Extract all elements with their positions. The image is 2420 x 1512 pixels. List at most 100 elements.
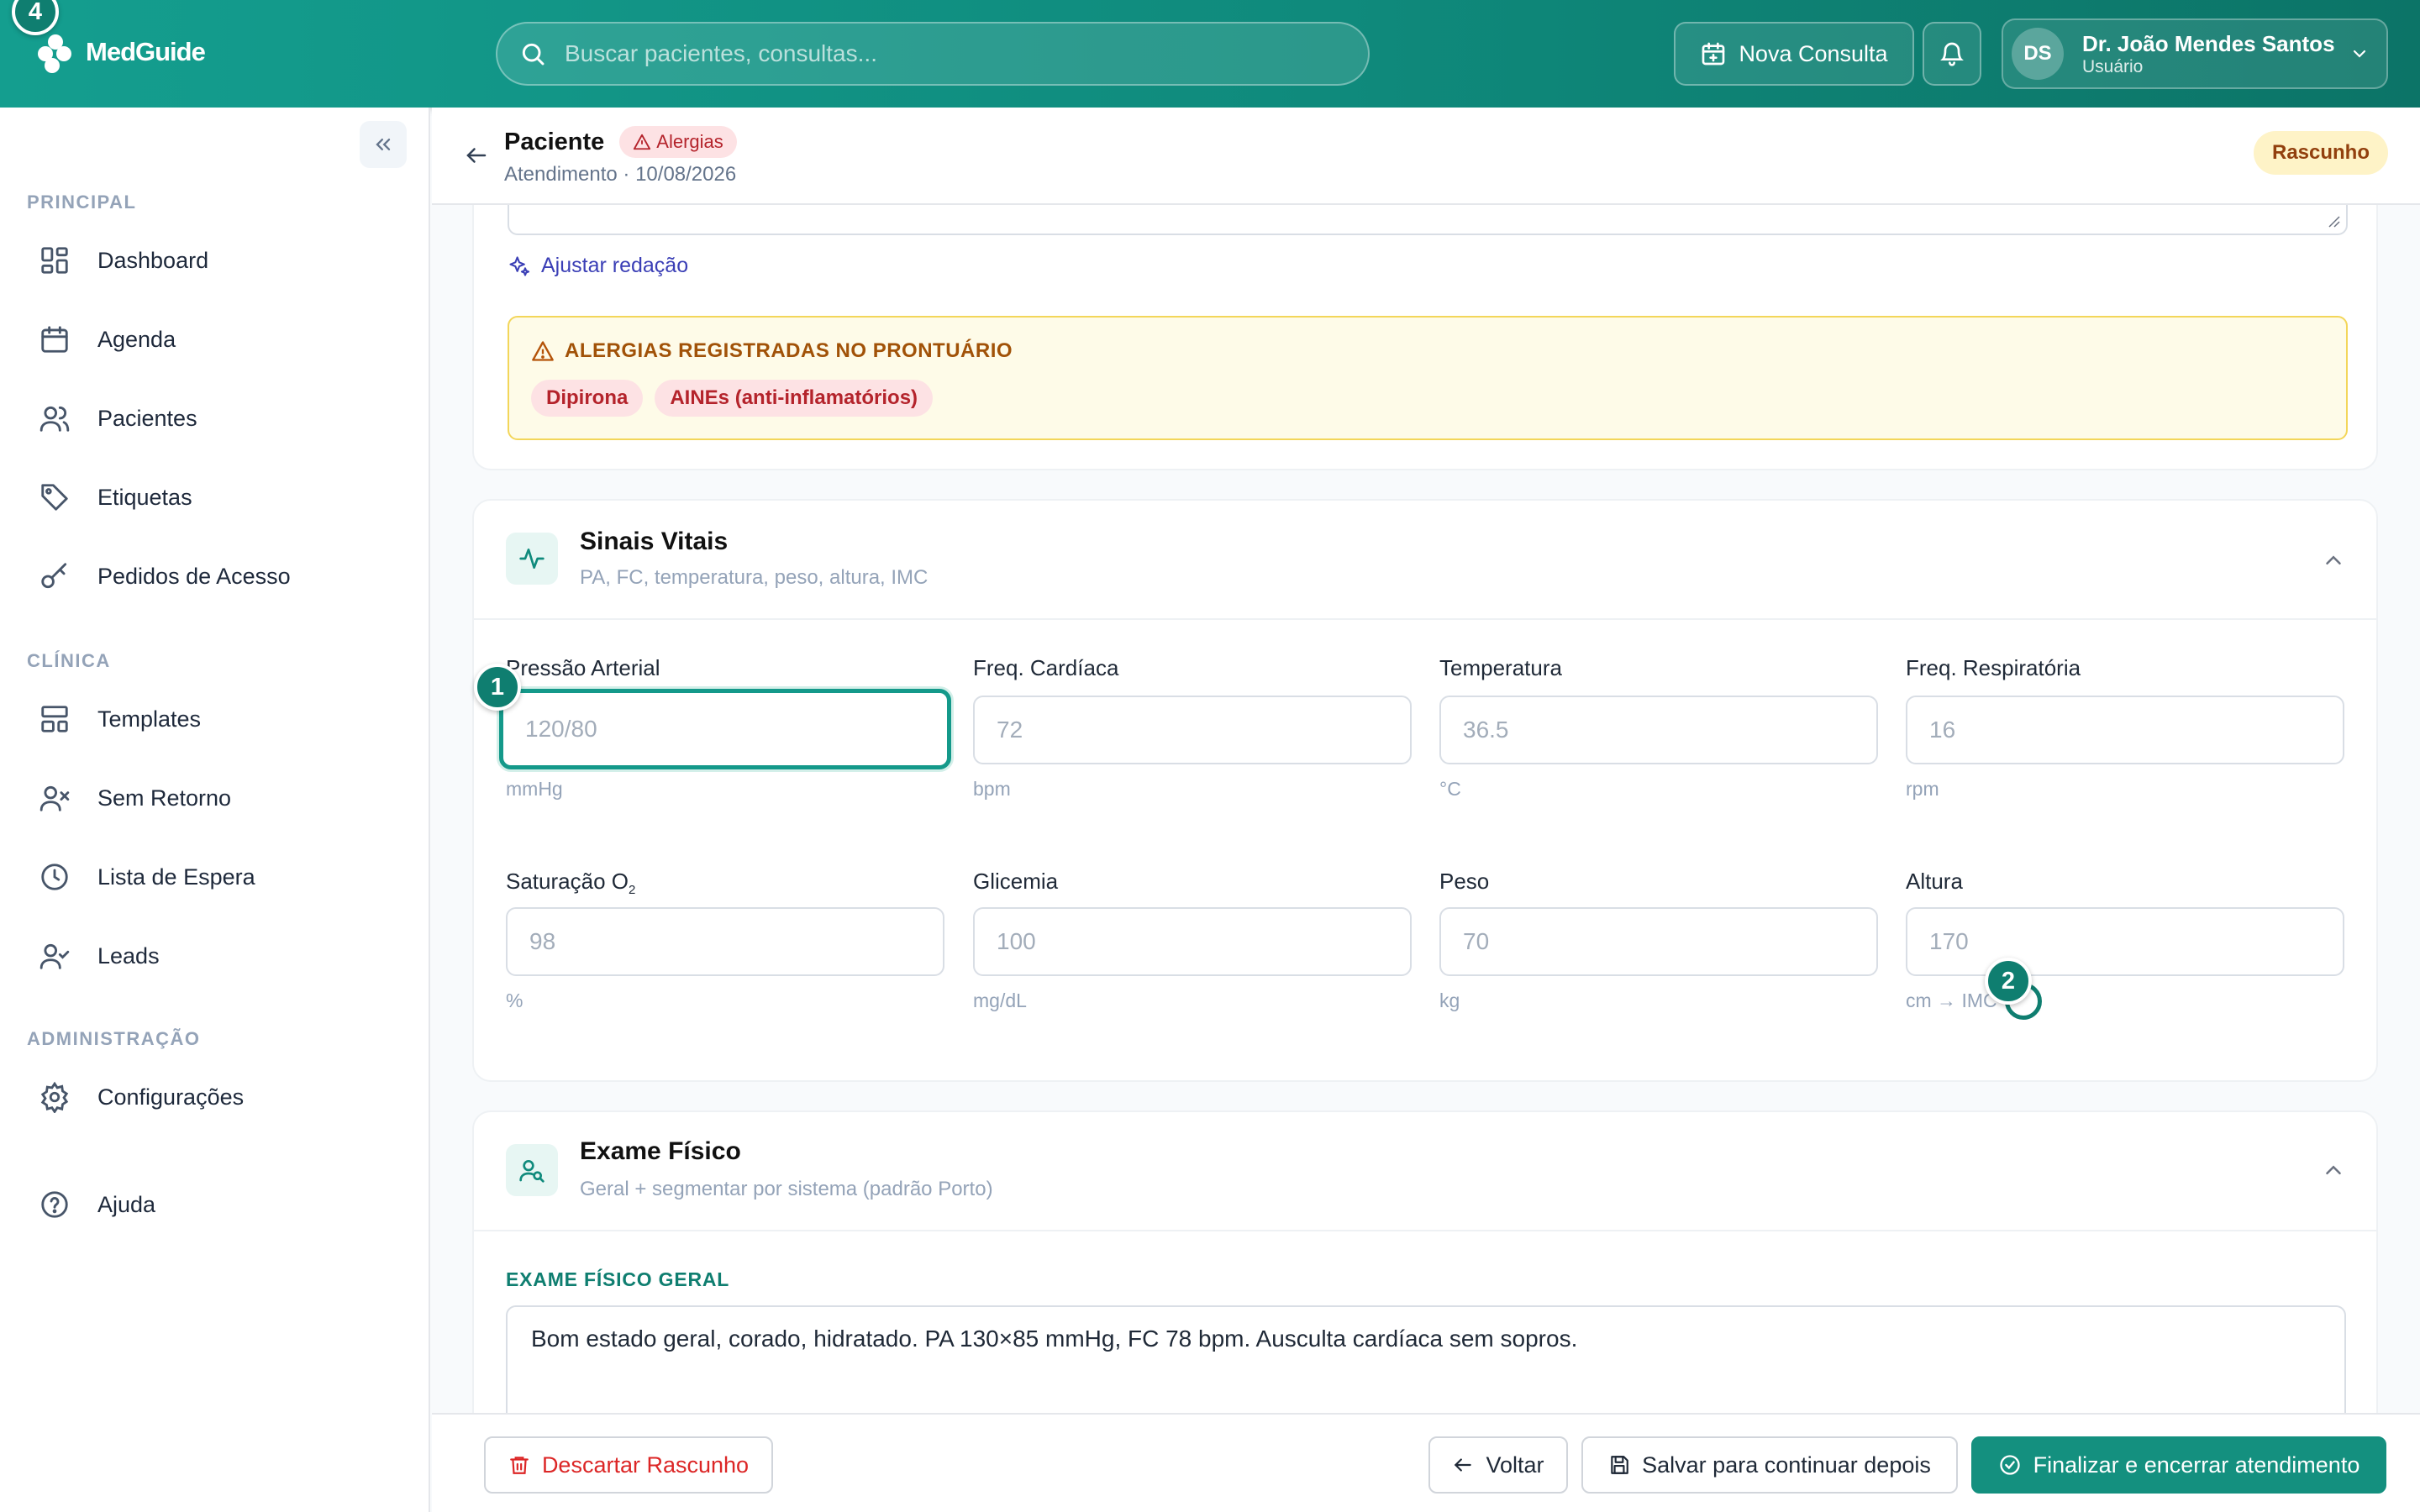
layout-icon <box>41 706 68 732</box>
back-label: Voltar <box>1486 1452 1544 1478</box>
chevron-up-icon[interactable] <box>2321 548 2346 573</box>
sidebar-item-ajuda[interactable]: Ajuda <box>39 1181 155 1228</box>
field-label-text: Saturação O <box>506 869 629 894</box>
calendar-icon <box>41 326 68 353</box>
tag-icon <box>41 484 68 511</box>
new-consult-label: Nova Consulta <box>1739 40 1888 66</box>
vitals-icon-box <box>506 533 558 585</box>
exam-title: Exame Físico <box>580 1137 741 1165</box>
finish-consult-button[interactable]: Finalizar e encerrar atendimento <box>1971 1436 2386 1494</box>
user-search-icon <box>519 1160 544 1183</box>
warning-icon <box>532 341 554 361</box>
allergy-alert: ALERGIAS REGISTRADAS NO PRONTUÁRIO Dipir… <box>508 316 2348 440</box>
arrow-left-icon <box>1455 1458 1472 1472</box>
field-label-sub: 2 <box>628 883 636 898</box>
adjust-wording-button[interactable]: Ajustar redação <box>508 254 688 278</box>
discard-draft-label: Descartar Rascunho <box>541 1452 750 1478</box>
notifications-button[interactable] <box>1923 22 1981 86</box>
chevron-up-icon[interactable] <box>2321 1158 2346 1183</box>
field-unit: % <box>506 990 523 1011</box>
discard-draft-button[interactable]: Descartar Rascunho <box>484 1436 773 1494</box>
heart-rate-input[interactable] <box>973 696 1412 764</box>
collapse-sidebar-button[interactable] <box>360 121 407 168</box>
status-badge: Rascunho <box>2253 131 2388 175</box>
sidebar-item-sem-retorno[interactable]: Sem Retorno <box>39 774 231 822</box>
help-circle-icon <box>41 1191 68 1218</box>
sidebar-item-leads[interactable]: Leads <box>39 932 160 979</box>
vitals-subtitle: PA, FC, temperatura, peso, altura, IMC <box>580 566 929 589</box>
search-input[interactable] <box>565 40 1304 67</box>
sidebar-item-pedidos-de-acesso[interactable]: Pedidos de Acesso <box>39 553 291 600</box>
sidebar-item-etiquetas[interactable]: Etiquetas <box>39 474 192 521</box>
brand-name: MedGuide <box>86 37 206 66</box>
sidebar-item-label: Configurações <box>97 1084 245 1110</box>
weight-input[interactable] <box>1439 907 1878 976</box>
exam-icon-box <box>506 1144 558 1196</box>
allergy-alert-title: ALERGIAS REGISTRADAS NO PRONTUÁRIO <box>565 339 1013 362</box>
field-unit: bpm <box>973 778 1011 800</box>
vitals-title: Sinais Vitais <box>580 528 729 555</box>
trash-icon <box>510 1457 529 1474</box>
bell-icon <box>1940 42 1964 66</box>
field-label-fr: Freq. Respiratória <box>1906 655 2081 680</box>
sidebar-item-label: Ajuda <box>97 1191 156 1217</box>
global-search[interactable] <box>496 22 1370 86</box>
sidebar-item-dashboard[interactable]: Dashboard <box>39 237 208 284</box>
save-draft-button[interactable]: Salvar para continuar depois <box>1581 1436 1958 1494</box>
sidebar-item-label: Pacientes <box>97 405 197 431</box>
arrow-left-icon[interactable] <box>464 143 489 168</box>
field-label-glicemia: Glicemia <box>973 869 1059 894</box>
clock-icon <box>41 864 68 890</box>
patient-header: Paciente Alergias Atendimento · 10/08/20… <box>432 108 2420 205</box>
sidebar-item-label: Dashboard <box>97 247 209 273</box>
brand-logo[interactable]: MedGuide <box>30 27 206 77</box>
sidebar-item-label: Etiquetas <box>97 484 192 510</box>
sidebar-item-agenda[interactable]: Agenda <box>39 316 176 363</box>
field-unit: mmHg <box>506 778 563 800</box>
respiratory-rate-input[interactable] <box>1906 696 2344 764</box>
sidebar-item-label: Agenda <box>97 326 176 352</box>
sidebar-item-label: Templates <box>97 706 202 732</box>
step-marker-1: 1 <box>474 664 521 711</box>
new-consult-button[interactable]: Nova Consulta <box>1674 22 1914 86</box>
allergy-badge-label: Alergias <box>656 131 723 152</box>
field-label-altura: Altura <box>1906 869 1963 894</box>
field-label-spo2: Saturação O2 <box>506 869 635 897</box>
section-principal: PRINCIPAL <box>27 192 137 213</box>
sidebar-item-pacientes[interactable]: Pacientes <box>39 395 197 442</box>
chevron-down-icon <box>2353 50 2366 58</box>
calendar-plus-icon <box>1702 42 1725 66</box>
exam-general-text: Bom estado geral, corado, hidratado. PA … <box>531 1326 1578 1352</box>
notes-card: Ajustar redação ALERGIAS REGISTRADAS NO … <box>472 168 2378 470</box>
sidebar-item-label: Pedidos de Acesso <box>97 563 291 589</box>
sidebar-item-label: Sem Retorno <box>97 785 232 811</box>
grid-icon <box>41 247 68 274</box>
temperature-input[interactable] <box>1439 696 1878 764</box>
save-icon <box>1611 1456 1628 1474</box>
glucose-input[interactable] <box>973 907 1412 976</box>
blood-pressure-input[interactable] <box>499 689 951 769</box>
key-icon <box>41 563 67 589</box>
back-button[interactable]: Voltar <box>1428 1436 1568 1494</box>
user-x-icon <box>39 785 70 811</box>
sidebar-item-lista-de-espera[interactable]: Lista de Espera <box>39 853 255 900</box>
step-marker-2: 2 <box>1985 958 2032 1005</box>
gear-icon <box>40 1081 69 1113</box>
section-administracao: ADMINISTRAÇÃO <box>27 1028 201 1049</box>
sidebar-item-configuracoes[interactable]: Configurações <box>39 1074 244 1121</box>
warning-icon <box>634 134 651 150</box>
field-unit: kg <box>1439 990 1460 1011</box>
oxygen-saturation-input[interactable] <box>506 907 944 976</box>
sidebar: PRINCIPAL Dashboard Agenda Pacientes Eti… <box>0 108 430 1512</box>
users-icon <box>39 406 70 432</box>
top-bar: MedGuide Nova Consulta DS Dr. João Mende… <box>0 0 2420 108</box>
field-label-fc: Freq. Cardíaca <box>973 655 1119 680</box>
height-input[interactable] <box>1906 907 2344 976</box>
resize-handle-icon[interactable] <box>2326 213 2341 228</box>
page-title: Paciente <box>504 128 605 155</box>
user-menu[interactable]: DS Dr. João Mendes Santos Usuário <box>2002 18 2388 89</box>
search-icon <box>522 43 544 66</box>
field-unit: rpm <box>1906 778 1939 800</box>
field-label-temp: Temperatura <box>1439 655 1562 680</box>
sidebar-item-templates[interactable]: Templates <box>39 696 201 743</box>
